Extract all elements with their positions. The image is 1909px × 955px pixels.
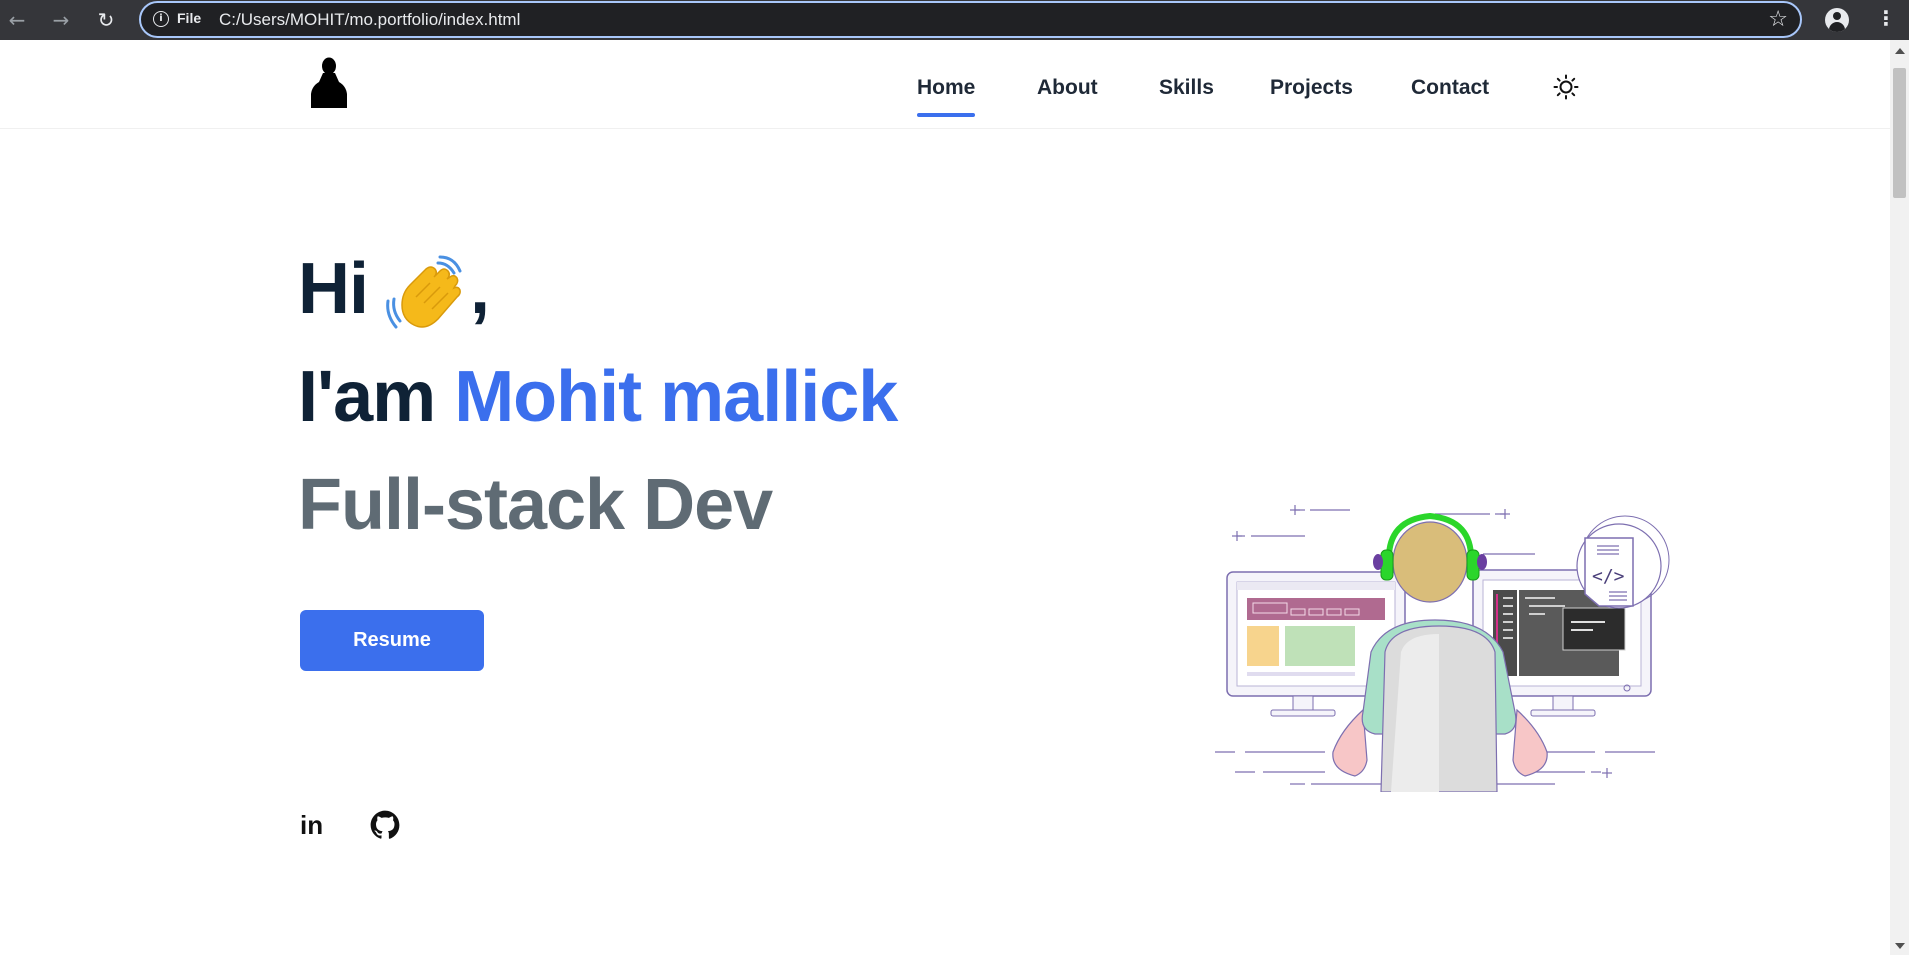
nav-projects[interactable]: Projects [1270,76,1353,100]
url-text[interactable]: C:/Users/MOHIT/mo.portfolio/index.html [219,10,520,30]
site-header: Home About Skills Projects Contact [0,40,1890,129]
nav-contact[interactable]: Contact [1411,76,1489,100]
browser-toolbar: ← → ↻ i File C:/Users/MOHIT/mo.portfolio… [0,0,1909,40]
svg-text:</>: </> [1592,566,1625,587]
developer-illustration: </> [1215,505,1670,792]
nav-about[interactable]: About [1037,76,1098,100]
address-bar[interactable]: i File C:/Users/MOHIT/mo.portfolio/index… [139,1,1802,38]
nav-skills[interactable]: Skills [1159,76,1214,100]
name-heading: I'am Mohit mallick [298,356,898,438]
greeting-text: Hi [298,249,369,329]
resume-button[interactable]: Resume [300,610,484,671]
scroll-thumb[interactable] [1893,68,1906,198]
menu-icon[interactable]: ⋮ [1876,6,1896,30]
page-scrollbar[interactable] [1890,40,1909,955]
reload-icon[interactable]: ↻ [93,7,119,33]
logo-silhouette-icon[interactable] [310,56,348,108]
nav-home[interactable]: Home [917,76,976,117]
intro-text: I'am [298,357,436,437]
greeting-comma: , [470,249,490,329]
file-label: File [177,10,202,26]
scroll-down-arrow-icon[interactable] [1895,943,1905,949]
scroll-up-arrow-icon[interactable] [1895,48,1905,54]
info-icon[interactable]: i [153,11,169,27]
github-icon[interactable] [370,810,400,840]
greeting-heading: Hi , [298,248,490,333]
sun-icon[interactable] [1553,74,1579,100]
waving-hand-icon [386,255,462,329]
profile-icon[interactable] [1825,8,1849,32]
forward-icon[interactable]: → [48,7,74,33]
role-heading: Full-stack Dev [298,465,773,545]
back-icon[interactable]: ← [4,7,30,33]
portfolio-page: Home About Skills Projects Contact Hi , … [0,40,1890,955]
name-text: Mohit mallick [454,357,898,437]
star-icon[interactable]: ☆ [1768,7,1788,32]
linkedin-icon[interactable]: in [300,810,330,840]
